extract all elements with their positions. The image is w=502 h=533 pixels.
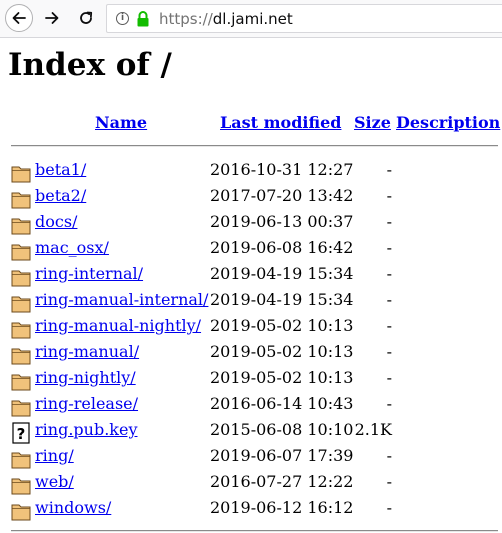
last-modified-cell: 2016-06-14 10:43 — [210, 394, 354, 413]
file-link[interactable]: mac_osx/ — [35, 238, 109, 257]
last-modified-cell: 2019-05-02 10:13 — [210, 316, 354, 335]
address-bar[interactable]: i https://dl.jami.net — [106, 4, 502, 33]
page-title: Index of / — [8, 47, 172, 83]
file-link[interactable]: ring-manual-internal/ — [35, 290, 208, 309]
file-link[interactable]: beta2/ — [35, 186, 86, 205]
url-host: dl.jami.net — [212, 10, 293, 28]
folder-icon — [11, 344, 31, 366]
folder-icon — [11, 318, 31, 340]
size-cell: - — [386, 342, 392, 361]
file-link[interactable]: ring-nightly/ — [35, 368, 136, 387]
size-cell: - — [386, 498, 392, 517]
table-row: ring-nightly/2019-05-02 10:13 - — [0, 365, 502, 391]
last-modified-cell: 2019-06-12 16:12 — [210, 498, 354, 517]
reload-button[interactable] — [74, 4, 98, 32]
table-row: beta2/2017-07-20 13:42 - — [0, 183, 502, 209]
table-row: docs/2019-06-13 00:37 - — [0, 209, 502, 235]
file-link[interactable]: ring-manual/ — [35, 342, 139, 361]
table-row: ring-internal/2019-04-19 15:34 - — [0, 261, 502, 287]
folder-icon — [11, 500, 31, 522]
last-modified-cell: 2016-07-27 12:22 — [210, 472, 354, 491]
size-cell: - — [386, 472, 392, 491]
folder-icon — [11, 474, 31, 496]
table-row: beta1/2016-10-31 12:27 - — [0, 157, 502, 183]
table-row: ring-manual-internal/2019-04-19 15:34 - — [0, 287, 502, 313]
svg-text:?: ? — [17, 425, 26, 443]
last-modified-cell: 2019-06-13 00:37 — [210, 212, 354, 231]
url-scheme: https:// — [159, 10, 213, 28]
file-link[interactable]: ring/ — [35, 446, 74, 465]
footer-divider — [11, 530, 498, 532]
size-cell: - — [386, 264, 392, 283]
back-button[interactable] — [5, 4, 33, 32]
file-link[interactable]: web/ — [35, 472, 74, 491]
file-link[interactable]: ring-manual-nightly/ — [35, 316, 201, 335]
browser-toolbar: i https://dl.jami.net — [0, 0, 502, 38]
folder-icon — [11, 396, 31, 418]
back-arrow-icon — [12, 12, 26, 24]
size-cell: - — [386, 394, 392, 413]
file-link[interactable]: windows/ — [35, 498, 111, 517]
size-cell: - — [386, 238, 392, 257]
last-modified-cell: 2019-06-08 16:42 — [210, 238, 354, 257]
last-modified-cell: 2015-06-08 10:10 — [210, 420, 354, 439]
unknown-file-icon: ? — [11, 422, 31, 444]
size-column-header[interactable]: Size — [354, 113, 391, 132]
last-modified-cell: 2019-04-19 15:34 — [210, 290, 354, 309]
file-link[interactable]: docs/ — [35, 212, 77, 231]
header-divider — [11, 145, 498, 147]
table-row: ring/2019-06-07 17:39 - — [0, 443, 502, 469]
lock-icon[interactable] — [136, 10, 150, 28]
size-cell: - — [386, 368, 392, 387]
name-column-header[interactable]: Name — [95, 113, 147, 132]
size-cell: - — [386, 160, 392, 179]
forward-button[interactable] — [40, 4, 64, 32]
table-row: ? ring.pub.key 2015-06-08 10:10 2.1K — [0, 417, 502, 444]
folder-icon — [11, 292, 31, 314]
table-row: ring-manual-nightly/2019-05-02 10:13 - — [0, 313, 502, 339]
folder-icon — [11, 214, 31, 236]
size-cell: 2.1K — [354, 420, 392, 439]
table-row: ring-manual/2019-05-02 10:13 - — [0, 339, 502, 365]
file-link[interactable]: beta1/ — [35, 160, 86, 179]
last-modified-cell: 2017-07-20 13:42 — [210, 186, 354, 205]
folder-icon — [11, 162, 31, 184]
size-cell: - — [386, 316, 392, 335]
table-row: mac_osx/2019-06-08 16:42 - — [0, 235, 502, 261]
info-icon[interactable]: i — [116, 12, 129, 25]
description-column-header[interactable]: Description — [396, 113, 500, 132]
folder-icon — [11, 188, 31, 210]
table-row: web/2016-07-27 12:22 - — [0, 469, 502, 495]
last-modified-cell: 2019-05-02 10:13 — [210, 342, 354, 361]
table-row: windows/2019-06-12 16:12 - — [0, 495, 502, 521]
size-cell: - — [386, 290, 392, 309]
last-modified-cell: 2016-10-31 12:27 — [210, 160, 354, 179]
url-text[interactable]: https://dl.jami.net — [159, 10, 293, 28]
forward-arrow-icon — [45, 12, 59, 24]
reload-icon — [80, 11, 93, 24]
size-cell: - — [386, 446, 392, 465]
table-row: ring-release/2016-06-14 10:43 - — [0, 391, 502, 417]
folder-icon — [11, 448, 31, 470]
last-modified-cell: 2019-05-02 10:13 — [210, 368, 354, 387]
file-link[interactable]: ring-internal/ — [35, 264, 143, 283]
last-modified-cell: 2019-04-19 15:34 — [210, 264, 354, 283]
last-modified-column-header[interactable]: Last modified — [220, 113, 341, 132]
size-cell: - — [386, 186, 392, 205]
file-link[interactable]: ring-release/ — [35, 394, 138, 413]
folder-icon — [11, 266, 31, 288]
folder-icon — [11, 240, 31, 262]
last-modified-cell: 2019-06-07 17:39 — [210, 446, 354, 465]
size-cell: - — [386, 212, 392, 231]
file-link[interactable]: ring.pub.key — [35, 420, 137, 439]
folder-icon — [11, 370, 31, 392]
